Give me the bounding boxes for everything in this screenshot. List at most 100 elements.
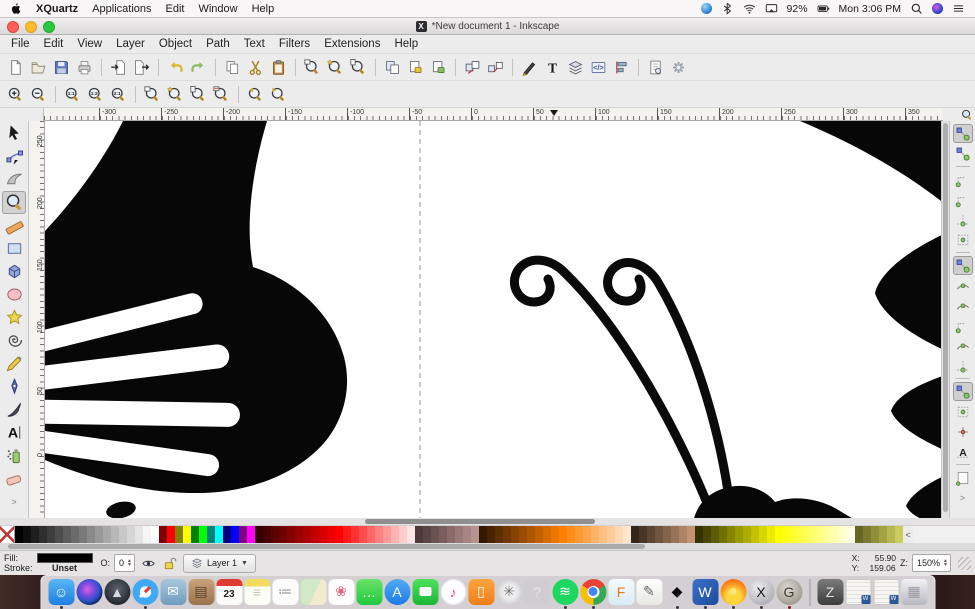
- color-swatch[interactable]: [847, 526, 855, 543]
- siri-icon[interactable]: [932, 3, 943, 14]
- color-swatch[interactable]: [663, 526, 671, 543]
- menu-edit[interactable]: Edit: [37, 38, 71, 50]
- dock-facetime[interactable]: [412, 578, 438, 605]
- zoom-to-page-button[interactable]: [188, 84, 209, 105]
- color-swatch[interactable]: [351, 526, 359, 543]
- menu-help[interactable]: Help: [387, 38, 425, 50]
- dock-mail[interactable]: ✉: [160, 578, 186, 605]
- dock-system-preferences[interactable]: ✳: [496, 578, 522, 605]
- stroke-value[interactable]: Unset: [37, 563, 93, 573]
- helper-app-icon[interactable]: [700, 3, 712, 14]
- color-swatch[interactable]: [823, 526, 831, 543]
- menu-path[interactable]: Path: [199, 38, 237, 50]
- bluetooth-icon[interactable]: [721, 2, 734, 15]
- color-swatch[interactable]: [239, 526, 247, 543]
- color-swatch[interactable]: [399, 526, 407, 543]
- snap-bbox-edge-midpoints-button[interactable]: [953, 210, 973, 229]
- zoom-next-button[interactable]: [268, 84, 289, 105]
- color-swatch[interactable]: [87, 526, 95, 543]
- color-swatch[interactable]: [407, 526, 415, 543]
- color-swatch[interactable]: [343, 526, 351, 543]
- color-swatch[interactable]: [703, 526, 711, 543]
- dock-hotspot-flame[interactable]: [720, 578, 746, 605]
- dock-minimized-document-1[interactable]: [845, 578, 871, 605]
- preferences-button[interactable]: [668, 57, 689, 78]
- color-swatch[interactable]: [415, 526, 423, 543]
- star-tool[interactable]: [2, 306, 26, 329]
- paste-button[interactable]: [268, 57, 289, 78]
- color-none-swatch[interactable]: [0, 526, 15, 543]
- macos-menu-item[interactable]: Applications: [92, 3, 151, 15]
- snap-nodes-button[interactable]: [952, 256, 973, 275]
- import-button[interactable]: [108, 57, 129, 78]
- color-swatch[interactable]: [127, 526, 135, 543]
- snap-text-baseline-button[interactable]: [953, 442, 973, 461]
- color-swatch[interactable]: [671, 526, 679, 543]
- layer-lock-toggle[interactable]: [161, 554, 179, 572]
- zoom-page-width-button[interactable]: [211, 84, 232, 105]
- dock-fusion-360[interactable]: F: [608, 578, 634, 605]
- color-swatch[interactable]: [455, 526, 463, 543]
- snap-rotation-centers-button[interactable]: [953, 422, 973, 441]
- color-swatch[interactable]: [607, 526, 615, 543]
- wifi-icon[interactable]: [743, 2, 756, 15]
- node-tool[interactable]: [2, 145, 26, 168]
- color-swatch[interactable]: [583, 526, 591, 543]
- vertical-ruler[interactable]: 250 200 150 100 50 0: [29, 121, 45, 518]
- color-swatch[interactable]: [63, 526, 71, 543]
- eraser-tool[interactable]: [2, 467, 26, 490]
- color-swatch[interactable]: [303, 526, 311, 543]
- dock-photos[interactable]: ❀: [328, 578, 354, 605]
- calligraphy-tool[interactable]: [2, 398, 26, 421]
- color-swatch[interactable]: [183, 526, 191, 543]
- color-swatch[interactable]: [23, 526, 31, 543]
- color-swatch[interactable]: [175, 526, 183, 543]
- color-swatch[interactable]: [263, 526, 271, 543]
- color-swatch[interactable]: [775, 526, 783, 543]
- spinner-arrows-icon[interactable]: ▲ ▼: [943, 559, 948, 568]
- color-swatch[interactable]: [647, 526, 655, 543]
- color-swatch[interactable]: [511, 526, 519, 543]
- cut-button[interactable]: [245, 57, 266, 78]
- print-button[interactable]: [74, 57, 95, 78]
- color-swatch[interactable]: [815, 526, 823, 543]
- color-swatch[interactable]: [551, 526, 559, 543]
- color-swatch[interactable]: [591, 526, 599, 543]
- horizontal-scrollbar[interactable]: [0, 518, 975, 525]
- color-swatch[interactable]: [799, 526, 807, 543]
- zoom-to-selection-button[interactable]: [142, 84, 163, 105]
- color-swatch[interactable]: [335, 526, 343, 543]
- color-swatch[interactable]: [791, 526, 799, 543]
- color-swatch[interactable]: [575, 526, 583, 543]
- spinner-arrows-icon[interactable]: ▲ ▼: [127, 559, 132, 568]
- tweak-tool[interactable]: [2, 168, 26, 191]
- color-swatch[interactable]: [447, 526, 455, 543]
- zoom-to-selection-button[interactable]: [302, 57, 323, 78]
- zoom-tool[interactable]: [2, 191, 26, 214]
- layer-selector[interactable]: Layer 1 ▼: [183, 553, 256, 573]
- color-swatch[interactable]: [191, 526, 199, 543]
- color-swatch[interactable]: [719, 526, 727, 543]
- horizontal-scrollbar-thumb[interactable]: [365, 519, 595, 524]
- color-swatch[interactable]: [519, 526, 527, 543]
- color-swatch[interactable]: [143, 526, 151, 543]
- dock-itunes[interactable]: ♪: [440, 578, 466, 605]
- zoom-out-button[interactable]: [28, 84, 49, 105]
- menu-layer[interactable]: Layer: [109, 38, 152, 50]
- snap-smooth-nodes-button[interactable]: [953, 336, 973, 355]
- color-swatch[interactable]: [631, 526, 639, 543]
- dock-word[interactable]: W: [692, 578, 718, 605]
- color-swatch[interactable]: [231, 526, 239, 543]
- color-swatch[interactable]: [759, 526, 767, 543]
- color-swatch[interactable]: [295, 526, 303, 543]
- airplay-display-icon[interactable]: [765, 2, 778, 15]
- color-swatch[interactable]: [495, 526, 503, 543]
- color-swatch[interactable]: [807, 526, 815, 543]
- macos-menu-item[interactable]: Window: [198, 3, 237, 15]
- color-swatch[interactable]: [103, 526, 111, 543]
- color-swatch[interactable]: [287, 526, 295, 543]
- color-swatch[interactable]: [431, 526, 439, 543]
- color-swatch[interactable]: [367, 526, 375, 543]
- menu-filters[interactable]: Filters: [272, 38, 317, 50]
- color-swatch[interactable]: [535, 526, 543, 543]
